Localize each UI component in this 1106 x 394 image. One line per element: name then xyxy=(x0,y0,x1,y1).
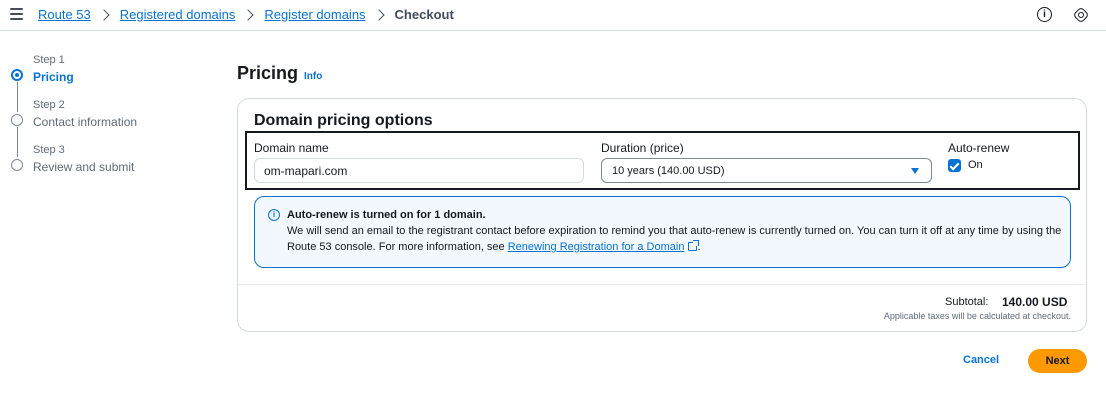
renewing-registration-link-text: Renewing Registration for a Domain xyxy=(507,241,685,253)
tax-note: Applicable taxes will be calculated at c… xyxy=(883,311,1071,321)
auto-renew-label: Auto-renew xyxy=(948,141,1010,155)
domain-name-field[interactable]: om-mapari.com xyxy=(254,158,584,183)
chevron-right-icon xyxy=(372,8,385,21)
alert-title: Auto-renew is turned on for 1 domain. xyxy=(287,209,486,221)
chevron-right-icon xyxy=(242,8,255,21)
step-label: Review and submit xyxy=(33,160,135,174)
subtotal-label: Subtotal: xyxy=(945,296,989,308)
step-number: Step 2 xyxy=(33,99,65,111)
duration-label: Duration (price) xyxy=(601,141,684,155)
info-circle-icon: i xyxy=(268,209,280,221)
menu-icon[interactable] xyxy=(10,8,23,20)
page-title: Pricing xyxy=(237,63,299,83)
breadcrumb: Route 53 Registered domains Register dom… xyxy=(38,7,454,22)
step-indicator-icon xyxy=(11,159,23,171)
step-label: Contact information xyxy=(33,115,138,129)
auto-renew-option-label[interactable]: On xyxy=(968,159,983,171)
step-contact-information: Step 2 Contact information xyxy=(11,99,211,157)
step-number: Step 1 xyxy=(33,54,65,66)
step-indicator-icon xyxy=(11,114,23,126)
cancel-button[interactable]: Cancel xyxy=(963,354,999,366)
step-pricing[interactable]: Step 1 Pricing xyxy=(11,54,211,112)
wizard-steps: Step 1 Pricing Step 2 Contact informatio… xyxy=(11,54,211,189)
domain-name-label: Domain name xyxy=(254,141,329,155)
step-active-indicator-icon xyxy=(11,69,23,81)
container-title: Domain pricing options xyxy=(254,112,433,129)
breadcrumb-register-domains[interactable]: Register domains xyxy=(264,7,365,22)
subtotal-value: 140.00 USD xyxy=(1002,295,1068,309)
top-navigation: Route 53 Registered domains Register dom… xyxy=(0,0,1106,31)
step-review-and-submit: Step 3 Review and submit xyxy=(11,144,211,189)
settings-icon[interactable] xyxy=(1072,6,1090,24)
breadcrumb-current: Checkout xyxy=(394,7,454,22)
renewing-registration-link[interactable]: Renewing Registration for a Domain xyxy=(507,240,700,253)
info-link[interactable]: Info xyxy=(304,71,322,82)
breadcrumb-registered-domains[interactable]: Registered domains xyxy=(120,7,236,22)
chevron-right-icon xyxy=(98,8,110,21)
info-icon[interactable]: i xyxy=(1037,7,1052,22)
caret-down-icon xyxy=(911,168,919,174)
divider xyxy=(238,284,1086,285)
auto-renew-checkbox[interactable] xyxy=(948,159,961,172)
step-number: Step 3 xyxy=(33,144,65,156)
duration-select[interactable]: 10 years (140.00 USD) xyxy=(601,158,932,183)
alert-content: Auto-renew is turned on for 1 domain. We… xyxy=(287,207,1062,255)
breadcrumb-route53[interactable]: Route 53 xyxy=(38,7,91,22)
external-link-icon xyxy=(688,240,700,251)
next-button[interactable]: Next xyxy=(1028,349,1087,373)
step-label: Pricing xyxy=(33,70,74,84)
duration-selected-value: 10 years (140.00 USD) xyxy=(612,165,725,177)
alert-body: We will send an email to the registrant … xyxy=(287,223,1062,255)
